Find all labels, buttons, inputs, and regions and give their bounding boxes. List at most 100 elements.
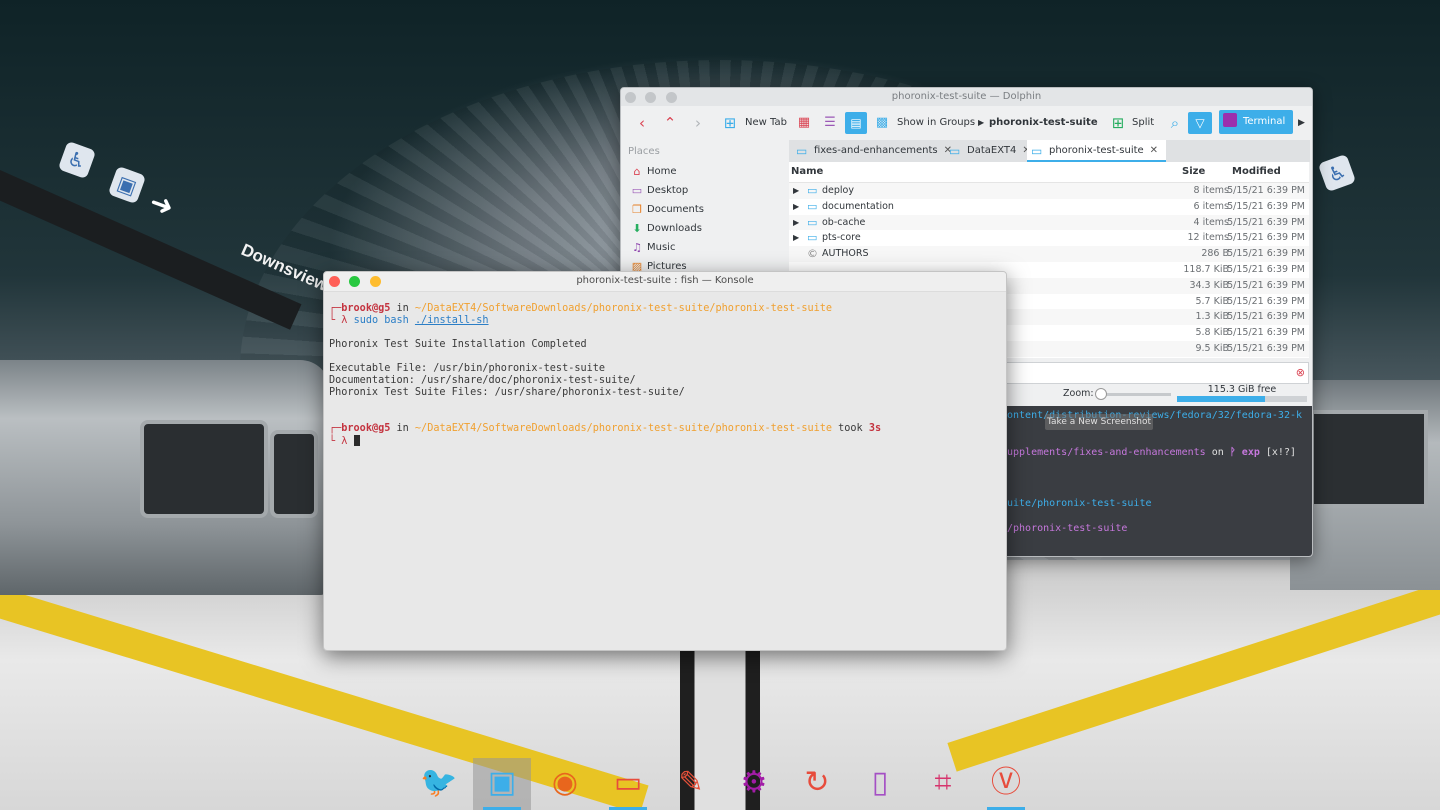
forward-icon[interactable]: › [687, 112, 709, 134]
dock-refresh-app[interactable]: ↻ [788, 758, 846, 810]
status-bar: Zoom: 115.3 GiB free [1001, 384, 1307, 404]
filter-icon[interactable]: ▽ [1188, 112, 1212, 134]
file-row[interactable]: ▶ ▭ ob-cache 4 items 5/15/21 6:39 PM [789, 214, 1309, 231]
filter-bar[interactable]: ⊗ [1001, 362, 1309, 384]
terminal-line: upplements/fixes-and-enhancements on ᚹ e… [1007, 447, 1296, 458]
expand-arrow-icon[interactable]: ▶ [793, 199, 799, 215]
place-home[interactable]: ⌂ Home [621, 162, 789, 181]
close-tab-icon[interactable]: ✕ [1150, 145, 1158, 156]
output-line: Documentation: /usr/share/doc/phoronix-t… [329, 375, 636, 386]
tab-label: phoronix-test-suite [1049, 145, 1144, 156]
file-size: 34.3 KiB [1189, 279, 1229, 291]
place-documents[interactable]: ❐ Documents [621, 200, 789, 219]
tab-dataext4[interactable]: ▭DataEXT4✕ [945, 140, 1031, 162]
dolphin-titlebar[interactable]: phoronix-test-suite — Dolphin [621, 88, 1312, 106]
place-downloads[interactable]: ⬇ Downloads [621, 219, 789, 238]
show-in-groups-icon[interactable]: ▩ [871, 112, 893, 134]
file-row[interactable]: ▶ ▭ documentation 6 items 5/15/21 6:39 PM [789, 199, 1309, 215]
dock-folder[interactable]: ▭ [599, 758, 657, 810]
dock-firefox[interactable]: ◉ [536, 758, 594, 810]
dock: 🐦 ▣ ◉ ▭ ✎ ⚙ ↻ ▯ ⌗ Ⓥ [410, 758, 1030, 810]
new-tab-button[interactable]: New Tab [745, 114, 787, 132]
file-name: deploy [822, 185, 854, 196]
tab-label: fixes-and-enhancements [814, 145, 938, 156]
expand-arrow-icon[interactable]: ▶ [793, 215, 799, 231]
overflow-arrow-icon[interactable]: ▶ [1298, 114, 1305, 132]
terminal-output[interactable]: ┌─brook@g5 in ~/DataEXT4/SoftwareDownloa… [329, 291, 1006, 650]
column-name[interactable]: Name [791, 162, 823, 182]
place-label: Home [647, 166, 677, 177]
column-modified[interactable]: Modified [1232, 162, 1281, 182]
documents-icon: ❐ [632, 203, 642, 216]
show-in-groups-button[interactable]: Show in Groups [897, 114, 975, 132]
dock-vivaldi[interactable]: Ⓥ [977, 758, 1035, 810]
file-size: 1.3 KiB [1195, 311, 1229, 323]
tree-view-icon[interactable]: ▤ [845, 112, 867, 134]
file-name: pts-core [822, 232, 861, 244]
tab-fixes-and-enhancements[interactable]: ▭ fixes-and-enhancements ✕ [792, 140, 952, 162]
zoom-slider-handle[interactable] [1095, 388, 1107, 400]
dock-text-editor[interactable]: ✎ [662, 758, 720, 810]
search-icon[interactable]: ⌕ [1164, 112, 1186, 134]
folder-icon: ▭ [807, 184, 818, 197]
back-icon[interactable]: ‹ [631, 112, 653, 134]
place-music[interactable]: ♫ Music [621, 238, 789, 257]
file-modified: 5/15/21 6:39 PM [1227, 185, 1305, 196]
file-modified: 5/15/21 6:39 PM [1227, 232, 1305, 244]
desktop-icon: ▭ [631, 184, 643, 197]
phone-icon: ▯ [871, 765, 889, 800]
file-size: 6 items [1193, 200, 1229, 212]
file-row[interactable]: ▶ ▭ pts-core 12 items 5/15/21 6:39 PM [789, 230, 1309, 246]
place-label: Documents [647, 204, 705, 215]
input-line[interactable]: └ λ [329, 435, 360, 448]
terminal-icon [1223, 113, 1237, 127]
text-cursor [353, 435, 360, 446]
dock-bird[interactable]: 🐦 [410, 758, 468, 810]
new-tab-icon[interactable]: ⊞ [719, 112, 741, 134]
file-modified: 5/15/21 6:39 PM [1227, 295, 1305, 307]
file-size: 12 items [1187, 232, 1229, 244]
file-size: 286 B [1201, 248, 1229, 260]
prompt-line: ┌─brook@g5 in ~/DataEXT4/SoftwareDownloa… [329, 423, 882, 434]
places-header: Places [628, 146, 660, 157]
split-icon[interactable]: ⊞ [1107, 112, 1129, 134]
file-modified: 5/15/21 6:39 PM [1227, 279, 1305, 291]
file-row[interactable]: © AUTHORS 286 B 5/15/21 6:39 PM [789, 246, 1309, 262]
tab-bar: ▭fixes-and-enhancements✕ ▭DataEXT4✕ ▭ pho… [789, 140, 1310, 162]
elevator-icon: ▣ [107, 165, 147, 205]
terminal-button[interactable]: Terminal [1219, 110, 1293, 134]
details-view-icon[interactable]: ☰ [819, 112, 841, 134]
place-label: Downloads [647, 223, 702, 234]
konsole-window[interactable]: phoronix-test-suite : fish — Konsole ┌─b… [323, 271, 1007, 651]
place-desktop[interactable]: ▭ Desktop [621, 181, 789, 200]
dock-settings[interactable]: ⚙ [725, 758, 783, 810]
train-left [0, 360, 330, 595]
settings-icon: ⚙ [740, 765, 768, 800]
icons-view-icon[interactable]: ▦ [793, 112, 815, 134]
up-icon[interactable]: ⌃ [659, 112, 681, 134]
expand-arrow-icon[interactable]: ▶ [793, 230, 799, 246]
konsole-titlebar[interactable]: phoronix-test-suite : fish — Konsole [324, 272, 1006, 292]
file-modified: 5/15/21 6:39 PM [1227, 263, 1305, 275]
file-row[interactable]: ▶ ▭ deploy 8 items 5/15/21 6:39 PM [789, 183, 1309, 199]
split-button[interactable]: Split [1132, 114, 1154, 132]
tab-phoronix-test-suite[interactable]: ▭ phoronix-test-suite ✕ [1027, 140, 1167, 162]
file-size: 5.8 KiB [1195, 327, 1229, 339]
terminal-line: uite/phoronix-test-suite [1007, 498, 1152, 509]
firefox-icon: ◉ [551, 765, 579, 800]
zoom-slider-track[interactable] [1097, 393, 1171, 396]
column-size[interactable]: Size [1182, 162, 1205, 182]
dock-crop[interactable]: ⌗ [914, 758, 972, 810]
dock-terminal[interactable]: ▣ [473, 758, 531, 810]
expand-arrow-icon[interactable]: ▶ [793, 183, 799, 199]
file-modified: 5/15/21 6:39 PM [1227, 248, 1305, 260]
command-line: └ λ sudo bash ./install-sh [329, 315, 489, 326]
file-modified: 5/15/21 6:39 PM [1227, 216, 1305, 228]
clear-filter-icon[interactable]: ⊗ [1296, 366, 1305, 379]
folder-icon: ▭ [807, 215, 818, 229]
breadcrumb[interactable]: phoronix-test-suite [989, 114, 1098, 132]
dock-phone[interactable]: ▯ [851, 758, 909, 810]
folder-icon: ▭ [949, 144, 961, 158]
zoom-label: Zoom: [1063, 388, 1094, 399]
column-header: Name Size Modified [789, 162, 1309, 183]
